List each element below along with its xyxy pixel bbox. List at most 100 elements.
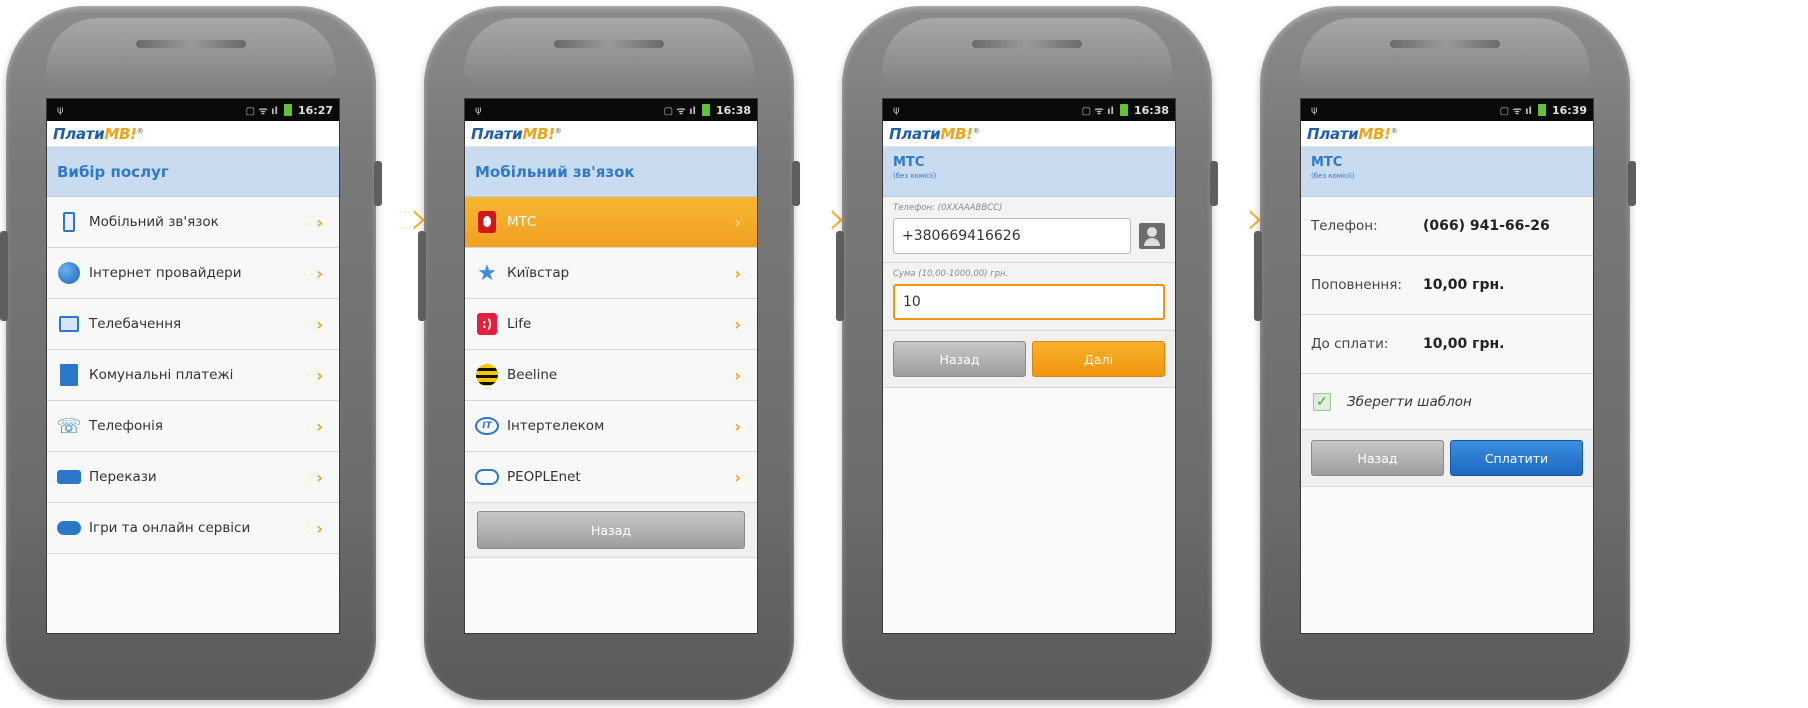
phone-frame-2: ψ ▢ ᯤ ıl 16:38 ПлатиMB!® Мобільний зв'язо… — [418, 6, 800, 700]
logo-bar: ПлатиMB!® — [47, 121, 339, 147]
beeline-icon — [475, 363, 499, 387]
intertelecom-icon: IT — [475, 414, 499, 438]
battery-icon — [701, 104, 710, 116]
usb-icon: ψ — [475, 104, 482, 116]
list-item-label: Інтернет провайдери — [89, 265, 242, 281]
save-template-label: Зберегти шаблон — [1347, 393, 1472, 410]
checkmark-icon[interactable]: ✓ — [1313, 392, 1331, 411]
usb-icon: ψ — [893, 104, 900, 116]
volume-button — [1254, 231, 1262, 321]
phone-frame-3: ψ ▢ ᯤ ıl 16:38 ПлатиMB!® МТС (без комісії… — [836, 6, 1218, 700]
speaker-grille — [972, 40, 1082, 48]
platimb-logo: ПлатиMB!® — [1307, 124, 1398, 143]
status-time: 16:39 — [1551, 103, 1587, 117]
summary-value: (066) 941-66-26 — [1423, 218, 1550, 234]
speaker-grille — [554, 40, 664, 48]
page-title: Вибір послуг — [47, 147, 339, 197]
next-button[interactable]: Далі — [1032, 341, 1165, 377]
list-item-life[interactable]: :) Life › — [465, 299, 757, 350]
sum-field-label: Сума (10,00-1000,00) грн. — [893, 269, 1009, 279]
chevron-right-icon: › — [316, 365, 323, 385]
page-title: Мобільний зв'язок — [465, 147, 757, 197]
back-button[interactable]: Назад — [477, 511, 745, 549]
list-item-utilities[interactable]: Комунальні платежі › — [47, 350, 339, 401]
list-item-label: Перекази — [89, 469, 157, 485]
divider — [883, 262, 1175, 263]
transfer-icon — [57, 465, 81, 489]
mts-icon — [475, 210, 499, 234]
building-icon — [57, 363, 81, 387]
phone-frame-4: ψ ▢ ᯤ ıl 16:39 ПлатиMB!® МТС (без комісії… — [1254, 6, 1636, 700]
summary-row-topup: Поповнення: 10,00 грн. — [1301, 256, 1593, 315]
life-icon: :) — [475, 312, 499, 336]
chevron-right-icon: › — [734, 212, 741, 232]
telephone-icon: ☏ — [56, 414, 82, 438]
list-item-mobile[interactable]: Мобільний зв'язок › — [47, 197, 339, 248]
power-button — [792, 161, 800, 206]
summary-key: Телефон: — [1311, 218, 1378, 234]
screen-payment-confirmation: ψ ▢ ᯤ ıl 16:39 ПлатиMB!® МТС (без комісії… — [1300, 98, 1594, 634]
logo-bar: ПлатиMB!® — [883, 121, 1175, 147]
power-button — [1210, 161, 1218, 206]
power-button — [1628, 161, 1636, 206]
volume-button — [418, 231, 426, 321]
list-item-transfers[interactable]: Перекази › — [47, 452, 339, 503]
status-time: 16:38 — [1133, 103, 1169, 117]
sum-input[interactable]: 10 — [893, 284, 1165, 320]
list-item-label: Beeline — [507, 367, 558, 383]
summary-row-total: До сплати: 10,00 грн. — [1301, 315, 1593, 374]
summary-value: 10,00 грн. — [1423, 336, 1505, 352]
list-item-label: Інтертелеком — [507, 418, 605, 434]
list-item-intertelecom[interactable]: IT Інтертелеком › — [465, 401, 757, 452]
list-item-beeline[interactable]: Beeline › — [465, 350, 757, 401]
platimb-logo: ПлатиMB!® — [53, 124, 144, 143]
chevron-right-icon: › — [734, 467, 741, 487]
usb-icon: ψ — [1311, 104, 1318, 116]
list-item-label: Life — [507, 316, 532, 332]
chevron-right-icon: › — [316, 263, 323, 283]
list-item-telephony[interactable]: ☏ Телефонія › — [47, 401, 339, 452]
screen-service-selection: ψ ▢ ᯤ ıl 16:27 ПлатиMB!® Вибір послуг Моб… — [46, 98, 340, 634]
signal-icon: ▢ ᯤ ıl — [245, 106, 278, 117]
tv-icon — [57, 312, 81, 336]
list-item-games[interactable]: Ігри та онлайн сервіси › — [47, 503, 339, 554]
logo-bar: ПлатиMB!® — [465, 121, 757, 147]
summary-key: Поповнення: — [1311, 277, 1402, 293]
phone-field-label: Телефон: (0XXAAABBCC) — [893, 203, 1003, 213]
contact-picker-icon[interactable] — [1139, 223, 1165, 249]
screen-mts-payment-form: ψ ▢ ᯤ ıl 16:38 ПлатиMB!® МТС (без комісії… — [882, 98, 1176, 634]
operator-header: МТС (без комісії) — [1301, 147, 1593, 197]
chevron-right-icon: › — [316, 416, 323, 436]
list-item-internet[interactable]: Інтернет провайдери › — [47, 248, 339, 299]
battery-icon — [1119, 104, 1128, 116]
signal-icon: ▢ ᯤ ıl — [663, 106, 696, 117]
commission-note: (без комісії) — [893, 172, 937, 180]
signal-icon: ▢ ᯤ ıl — [1081, 106, 1114, 117]
status-time: 16:38 — [715, 103, 751, 117]
back-button[interactable]: Назад — [893, 341, 1026, 377]
list-item-peoplenet[interactable]: PEOPLEnet › — [465, 452, 757, 503]
list-item-label: Комунальні платежі — [89, 367, 234, 383]
save-template-row[interactable]: ✓ Зберегти шаблон — [1301, 374, 1593, 430]
chevron-right-icon: › — [734, 263, 741, 283]
speaker-grille — [136, 40, 246, 48]
status-bar: ψ ▢ ᯤ ıl 16:38 — [883, 99, 1175, 121]
battery-icon — [1537, 104, 1546, 116]
battery-icon — [283, 104, 292, 116]
status-bar: ψ ▢ ᯤ ıl 16:27 — [47, 99, 339, 121]
status-bar: ψ ▢ ᯤ ıl 16:38 — [465, 99, 757, 121]
summary-row-phone: Телефон: (066) 941-66-26 — [1301, 197, 1593, 256]
list-item-label: Ігри та онлайн сервіси — [89, 520, 251, 536]
confirm-buttons: Назад Сплатити — [1301, 430, 1593, 487]
list-item-label: PEOPLEnet — [507, 469, 581, 485]
payment-form: Телефон: (0XXAAABBCC) +380669416626 Сума… — [883, 197, 1175, 331]
chevron-right-icon: › — [734, 314, 741, 334]
phone-input[interactable]: +380669416626 — [893, 218, 1131, 254]
pay-button[interactable]: Сплатити — [1450, 440, 1583, 476]
list-item-tv[interactable]: Телебачення › — [47, 299, 339, 350]
list-item-mts[interactable]: МТС › — [465, 197, 757, 248]
list-item-kyivstar[interactable]: ★ Київстар › — [465, 248, 757, 299]
chevron-right-icon: › — [316, 467, 323, 487]
chevron-right-icon: › — [316, 212, 323, 232]
back-button[interactable]: Назад — [1311, 440, 1444, 476]
